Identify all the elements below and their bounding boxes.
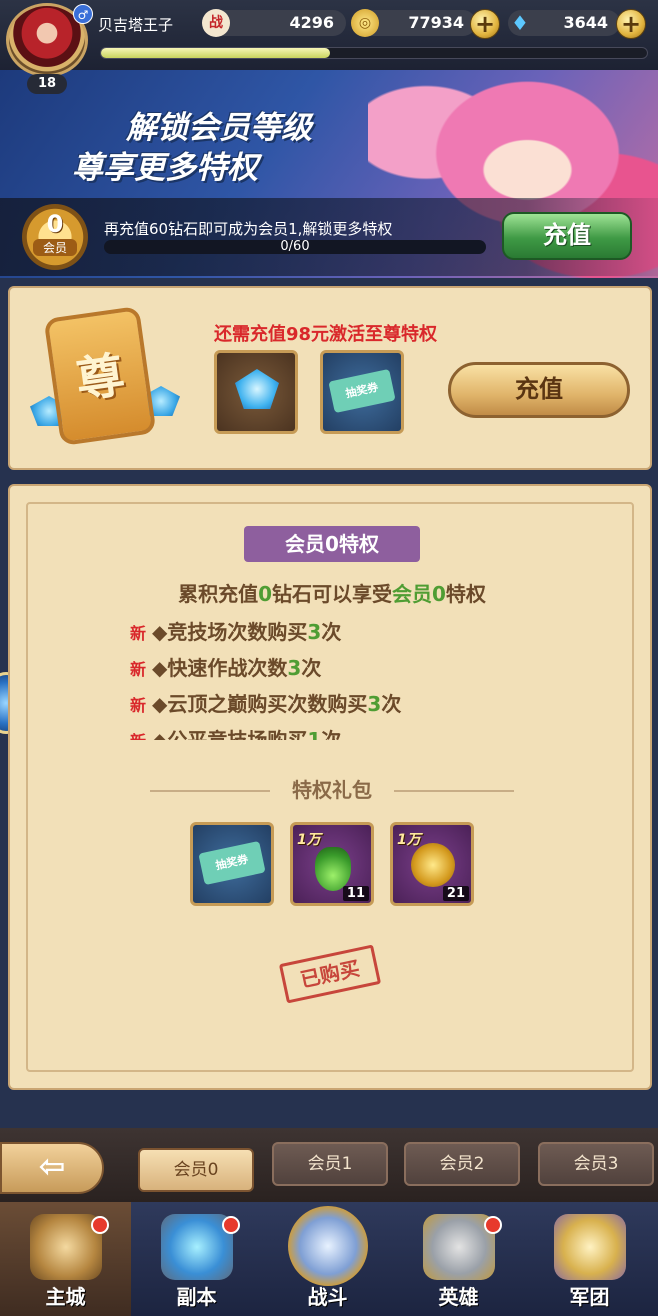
reward-slot-ticket[interactable]: 抽奖券	[320, 350, 404, 434]
supreme-emblem-char: 尊	[72, 346, 128, 410]
nav-heroes[interactable]: 英雄	[393, 1202, 524, 1316]
banner-recharge-button[interactable]: 充值	[502, 212, 632, 260]
lottery-ticket-icon: 抽奖券	[328, 368, 396, 414]
nav-label: 副本	[176, 1285, 217, 1309]
new-badge: 新	[130, 660, 147, 679]
privilege-item: 新 ◆竞技场次数购买3次	[130, 620, 342, 644]
experience-fill	[101, 48, 331, 58]
gold-coin-icon	[411, 843, 455, 887]
supreme-recharge-button[interactable]: 充值	[448, 362, 630, 418]
nav-battle[interactable]: 战斗	[262, 1202, 393, 1316]
top-status-bar: ♂ 18 贝吉塔王子 4296 战 77934 ◎ + 3644 ♦ +	[0, 0, 658, 94]
desc-text: 钻石可以享受	[272, 582, 392, 606]
gift-slot-coin[interactable]: 1万 21	[390, 822, 474, 906]
privilege-item-count: 3	[307, 620, 322, 644]
nav-dungeon[interactable]: 副本	[131, 1202, 262, 1316]
privilege-item-unit: 次	[381, 692, 402, 716]
reward-slot-diamond[interactable]	[214, 350, 298, 434]
privilege-item-unit: 次	[301, 656, 322, 680]
gender-icon: ♂	[73, 4, 93, 24]
nav-label: 英雄	[438, 1285, 479, 1309]
privilege-item: 新 ◆云顶之巅购买次数购买3次	[130, 692, 402, 716]
nav-main-city[interactable]: 主城	[0, 1202, 131, 1316]
nav-label: 主城	[45, 1285, 86, 1309]
gift-pack-heading: 特权礼包	[292, 778, 372, 802]
privilege-list[interactable]: 新◆竞技场次数购买3次 新◆快速作战次数3次 新◆云顶之巅购买次数购买3次 新◆…	[10, 610, 654, 740]
desc-vip-level: 会员0	[392, 582, 446, 606]
gold-coin-icon: ◎	[351, 9, 379, 37]
new-badge: 新	[130, 732, 146, 740]
legion-shield-icon	[554, 1214, 626, 1280]
privilege-item-unit: 次	[321, 728, 342, 740]
new-badge: 新	[130, 624, 147, 643]
nav-label: 战斗	[307, 1285, 348, 1309]
privilege-item-count: 3	[287, 656, 302, 680]
privilege-item-unit: 次	[321, 620, 342, 644]
privilege-item-text: 公平竞技场购买	[167, 728, 308, 740]
vip-level-label: 会员	[33, 239, 77, 256]
tab-vip1[interactable]: 会员1	[272, 1142, 388, 1186]
desc-text: 特权	[445, 582, 486, 606]
privilege-item-count: 1	[307, 728, 322, 740]
potion-icon	[315, 847, 351, 891]
desc-text: 累积充值	[178, 582, 259, 606]
bottom-navigation: 主城 副本 战斗 英雄 军团	[0, 1202, 658, 1316]
gift-slot-potion[interactable]: 1万 11	[290, 822, 374, 906]
experience-bar	[100, 47, 648, 59]
vip-progress-text: 0/60	[280, 239, 310, 254]
supreme-emblem-icon: 尊	[43, 305, 157, 447]
tab-vip3[interactable]: 会员3	[538, 1142, 654, 1186]
player-name: 贝吉塔王子	[98, 16, 174, 34]
notification-dot	[484, 1216, 502, 1234]
diamond-icon: ♦	[511, 11, 529, 35]
diamond-icon	[235, 369, 279, 409]
tab-vip0[interactable]: 会员0	[138, 1148, 254, 1192]
new-badge: 新	[130, 696, 147, 715]
gift-slot-ticket[interactable]: 抽奖券	[190, 822, 274, 906]
divider	[394, 790, 514, 792]
gem-value: 3644	[563, 13, 608, 32]
vip-level-badge: 0 会员	[22, 204, 88, 270]
vip-privilege-panel: 会员0特权 累积充值0钻石可以享受会员0特权 新 ◆竞技场次数购买3次 新 ◆快速作…	[8, 484, 652, 1090]
privilege-title: 会员0特权	[244, 526, 420, 562]
privilege-item-count: 3	[367, 692, 382, 716]
gift-quantity-label: 1万	[397, 832, 421, 848]
add-gem-button[interactable]: +	[616, 9, 646, 39]
supreme-requirement-text: 还需充值98元激活至尊特权	[214, 324, 438, 345]
tab-vip2[interactable]: 会员2	[404, 1142, 520, 1186]
vip-level-number: 0	[46, 210, 64, 238]
privilege-item-text: 快速作战次数	[167, 656, 288, 680]
banner-title-line2: 尊享更多特权	[72, 150, 258, 186]
privilege-item-text: 云顶之巅购买次数购买	[167, 692, 368, 716]
gift-count: 21	[442, 886, 469, 901]
notification-dot	[222, 1216, 240, 1234]
privilege-item-text: 竞技场次数购买	[167, 620, 308, 644]
notification-dot	[91, 1216, 109, 1234]
vip-progress-row: 0 会员 再充值60钻石即可成为会员1,解锁更多特权 0/60 充值	[0, 198, 658, 276]
power-value: 4296	[289, 13, 334, 32]
nav-label: 军团	[569, 1285, 610, 1309]
sword-icon	[288, 1206, 368, 1286]
player-level-badge: 18	[27, 74, 67, 94]
lottery-ticket-icon: 抽奖券	[198, 840, 266, 886]
desc-amount: 0	[258, 582, 272, 606]
add-gold-button[interactable]: +	[470, 9, 500, 39]
vip-banner: 解锁会员等级 尊享更多特权 0 会员 再充值60钻石即可成为会员1,解锁更多特权…	[0, 70, 658, 278]
nav-legion[interactable]: 军团	[524, 1202, 655, 1316]
privilege-description: 累积充值0钻石可以享受会员0特权	[10, 578, 654, 607]
vip-upgrade-hint: 再充值60钻石即可成为会员1,解锁更多特权	[104, 220, 393, 238]
back-button[interactable]: ⇦	[0, 1142, 104, 1194]
banner-title-line1: 解锁会员等级	[126, 110, 312, 146]
supreme-privilege-card: 尊 还需充值98元激活至尊特权 抽奖券 充值	[8, 286, 652, 470]
vip-level-tab-bar: ⇦ 会员0 会员1 会员2 会员3	[0, 1128, 658, 1202]
gold-value: 77934	[408, 13, 464, 32]
gift-count: 11	[342, 886, 369, 901]
privilege-item: 新 ◆快速作战次数3次	[130, 656, 322, 680]
power-icon: 战	[202, 9, 230, 37]
privilege-item: 新◆公平竞技场购买1次	[130, 724, 341, 740]
gift-quantity-label: 1万	[297, 832, 321, 848]
